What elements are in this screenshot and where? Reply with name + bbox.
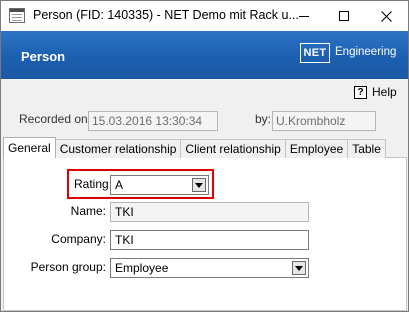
maximize-button[interactable] bbox=[323, 1, 365, 31]
banner-title: Person bbox=[21, 49, 66, 64]
by-label: by: bbox=[255, 112, 272, 126]
person-group-label: Person group: bbox=[30, 260, 106, 274]
company-label: Company: bbox=[51, 232, 106, 246]
logo-text: NET bbox=[303, 47, 327, 59]
person-group-value: Employee bbox=[115, 261, 169, 275]
logo-wordmark: Engineering bbox=[335, 46, 397, 58]
title-bar[interactable]: Person (FID: 140335) - NET Demo mit Rack… bbox=[1, 1, 408, 31]
maximize-icon bbox=[339, 11, 349, 21]
help-label: Help bbox=[372, 85, 397, 99]
tab-employee[interactable]: Employee bbox=[284, 139, 349, 158]
header-banner: Person NET Engineering bbox=[1, 31, 408, 79]
company-input[interactable]: TKI bbox=[110, 230, 309, 250]
help-button[interactable]: ? Help bbox=[354, 85, 397, 99]
by-field: U.Krombholz bbox=[272, 111, 376, 131]
rating-value: A bbox=[115, 178, 124, 192]
minimize-button[interactable] bbox=[283, 1, 325, 31]
name-field: TKI bbox=[110, 202, 309, 222]
rating-select[interactable]: A bbox=[110, 175, 209, 195]
tab-table[interactable]: Table bbox=[347, 139, 386, 158]
window-title: Person (FID: 140335) - NET Demo mit Rack… bbox=[33, 8, 299, 22]
net-logo: NET bbox=[300, 43, 330, 63]
tab-strip: General Customer relationship Client rel… bbox=[3, 137, 386, 158]
name-label: Name: bbox=[70, 204, 106, 218]
chevron-down-icon[interactable] bbox=[192, 178, 206, 192]
close-button[interactable] bbox=[365, 1, 407, 31]
minimize-icon bbox=[299, 15, 309, 17]
tab-customer-relationship[interactable]: Customer relationship bbox=[54, 139, 182, 158]
rating-label: Rating: bbox=[74, 177, 113, 191]
chevron-down-icon[interactable] bbox=[292, 261, 306, 275]
app-window-icon bbox=[9, 8, 25, 23]
recorded-on-label: Recorded on: bbox=[19, 112, 92, 126]
person-group-select[interactable]: Employee bbox=[110, 258, 309, 278]
tab-client-relationship[interactable]: Client relationship bbox=[180, 139, 286, 158]
person-window: Person (FID: 140335) - NET Demo mit Rack… bbox=[0, 0, 409, 312]
close-icon bbox=[380, 10, 392, 22]
recorded-on-field: 15.03.2016 13:30:34 bbox=[88, 111, 218, 131]
tab-general[interactable]: General bbox=[3, 137, 56, 158]
help-icon: ? bbox=[354, 85, 367, 99]
